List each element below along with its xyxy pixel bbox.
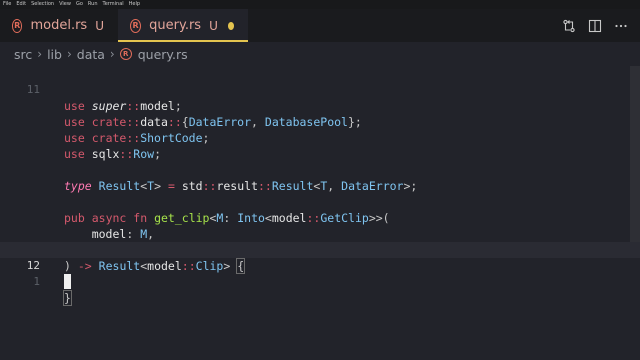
breadcrumb-lib[interactable]: lib [47,47,62,62]
more-actions-icon[interactable] [614,19,628,33]
breadcrumb: src › lib › data › R query.rs [0,42,640,66]
menu-go[interactable]: Go [76,0,83,9]
menu-terminal[interactable]: Terminal [103,0,124,9]
breadcrumb-data[interactable]: data [77,47,105,62]
chevron-right-icon: › [37,47,43,61]
compare-changes-icon[interactable] [562,19,576,33]
code-line: 1 } [0,258,640,306]
editor-tab-bar: R model.rs U R query.rs U [0,9,640,42]
rust-file-icon: R [130,18,142,33]
rust-file-icon: R [119,48,132,60]
code-line: 12 [0,242,640,289]
menu-file[interactable]: File [3,0,11,9]
tab-git-status: U [95,18,104,33]
code-line: pub async fn get_clip<M: Into<model::Get… [0,178,640,225]
code-line: ) -> Result<model::Clip> { [0,226,640,274]
code-line: model: M, [0,194,640,241]
line-number: 1 [33,275,40,288]
code-line: type Result<T> = std::result::Result<T, … [0,146,640,193]
tab-query-rs[interactable]: R query.rs U [118,9,248,42]
menu-edit[interactable]: Edit [16,0,26,9]
split-editor-icon[interactable] [588,19,602,33]
menu-selection[interactable]: Selection [31,0,54,9]
code-line: use crate::data::{DataError, DatabasePoo… [0,82,640,129]
text-cursor [64,274,71,289]
menu-help[interactable]: Help [129,0,140,9]
tab-model-rs[interactable]: R model.rs U [0,9,118,42]
code-text: } [63,290,72,306]
menu-run[interactable]: Run [88,0,98,9]
tab-git-status: U [209,18,218,33]
menu-view[interactable]: View [59,0,71,9]
tab-label: query.rs [149,18,202,33]
code-line: pool: &DatabasePool, [0,210,640,257]
breadcrumb-file-label: query.rs [137,46,188,62]
rust-file-icon: R [12,18,23,33]
chevron-right-icon: › [66,47,72,61]
code-editor[interactable]: 11 use super::model; use crate::data::{D… [0,66,640,360]
menu-bar: File Edit Selection View Go Run Terminal… [0,0,640,9]
breadcrumb-file[interactable]: R query.rs [119,46,188,62]
breadcrumb-src[interactable]: src [14,47,32,62]
code-line: use sqlx::Row; [0,114,640,161]
code-line: use crate::ShortCode; [0,98,640,145]
editor-actions [562,9,628,42]
chevron-right-icon: › [109,47,115,61]
tab-label: model.rs [30,18,88,33]
unsaved-dot-icon[interactable] [227,21,234,30]
code-line: 11 use super::model; [0,66,640,113]
